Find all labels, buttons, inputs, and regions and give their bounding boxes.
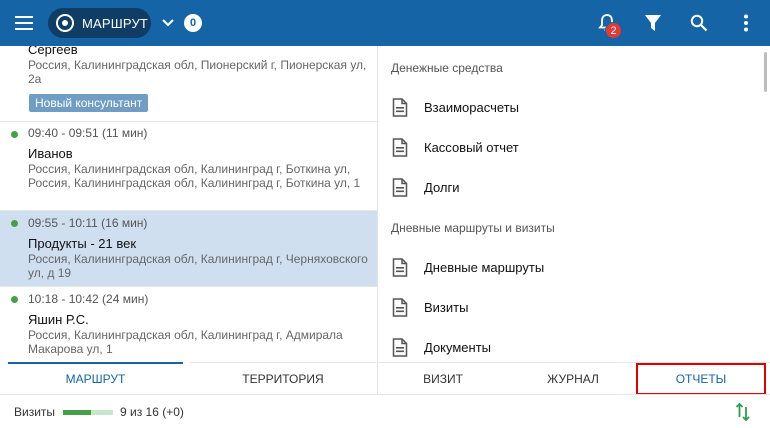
section-title-routes: Дневные маршруты и визиты (391, 221, 555, 235)
visit-time: 09:40 - 09:51 (11 мин) (28, 126, 148, 140)
chevron-down-icon (162, 19, 174, 27)
visits-progress-fill (63, 410, 92, 415)
report-item-cash-report[interactable]: Кассовый отчет (378, 128, 770, 166)
section-title-money: Денежные средства (391, 61, 503, 75)
route-selector[interactable]: МАРШРУТ (48, 8, 151, 38)
search-button[interactable] (684, 0, 714, 46)
visit-item[interactable]: 09:40 - 09:51 (11 мин) Иванов Россия, Ка… (0, 122, 377, 211)
visit-item[interactable]: 10:18 - 10:42 (24 мин) Яшин Р.С. Россия,… (0, 287, 377, 362)
reports-list[interactable]: Денежные средства Взаиморасчеты Кассовый… (378, 46, 770, 362)
route-selector-label: МАРШРУТ (82, 15, 149, 31)
visit-name: Продукты - 21 век (28, 236, 137, 251)
notification-count-badge: 2 (605, 22, 622, 39)
filter-icon (645, 15, 661, 31)
visit-status-dot (11, 220, 18, 227)
visits-progress-bar (63, 410, 113, 415)
tab-reports[interactable]: ОТЧЕТЫ (636, 363, 766, 395)
tab-territory[interactable]: ТЕРРИТОРИЯ (190, 362, 376, 394)
report-item-documents[interactable]: Документы (378, 328, 770, 362)
visit-address: Россия, Калининградская обл, Пионерский … (28, 58, 367, 86)
report-item-label: Дневные маршруты (424, 259, 545, 275)
route-count-badge: 0 (184, 14, 202, 32)
visits-progress-label: Визиты (14, 405, 56, 419)
tab-route[interactable]: МАРШРУТ (8, 362, 183, 394)
visit-status-dot (11, 296, 18, 303)
visit-time: 10:18 - 10:42 (24 мин) (28, 292, 149, 306)
report-item-label: Кассовый отчет (424, 139, 519, 155)
tab-journal[interactable]: ЖУРНАЛ (508, 363, 638, 395)
report-item-label: Взаиморасчеты (424, 99, 519, 115)
visit-name: Иванов (28, 146, 73, 161)
sync-arrows-icon (735, 403, 750, 421)
visit-address: Россия, Калининградская обл, Калининград… (28, 162, 361, 190)
visit-item[interactable]: Сергеев Россия, Калининградская обл, Пио… (0, 46, 377, 122)
more-options-button[interactable] (732, 0, 760, 46)
search-icon (690, 14, 708, 32)
report-item-visits[interactable]: Визиты (378, 288, 770, 326)
visits-list[interactable]: Сергеев Россия, Калининградская обл, Пио… (0, 46, 378, 362)
report-item-daily-routes[interactable]: Дневные маршруты (378, 248, 770, 286)
report-item-settlements[interactable]: Взаиморасчеты (378, 88, 770, 126)
visit-name: Яшин Р.С. (28, 312, 89, 327)
document-icon (392, 298, 408, 317)
report-item-label: Документы (424, 339, 492, 355)
sync-button[interactable] (732, 401, 754, 423)
document-icon (392, 178, 408, 197)
scrollbar-thumb[interactable] (764, 52, 767, 92)
filter-button[interactable] (638, 0, 668, 46)
top-app-bar: МАРШРУТ 0 2 (0, 0, 770, 46)
document-icon (392, 138, 408, 157)
visit-item-selected[interactable]: 09:55 - 10:11 (16 мин) Продукты - 21 век… (0, 211, 377, 287)
menu-icon (15, 16, 33, 30)
route-target-icon (56, 14, 74, 32)
status-badge: Новый консультант (29, 94, 149, 112)
report-item-debts[interactable]: Долги (378, 168, 770, 206)
report-item-label: Долги (424, 179, 460, 195)
left-tab-bar: МАРШРУТ ТЕРРИТОРИЯ (0, 362, 378, 394)
more-vert-icon (744, 14, 748, 32)
visits-progress-count: 9 из 16 (+0) (120, 405, 184, 419)
visit-address: Россия, Калининградская обл, Калининград… (28, 328, 343, 356)
visit-name: Сергеев (28, 46, 78, 57)
right-tab-bar: ВИЗИТ ЖУРНАЛ ОТЧЕТЫ (378, 362, 770, 395)
visit-time: 09:55 - 10:11 (16 мин) (28, 216, 148, 230)
visit-status-dot (11, 131, 18, 138)
status-bar: Визиты 9 из 16 (+0) (0, 394, 770, 428)
route-dropdown-button[interactable] (157, 0, 179, 46)
tab-visit[interactable]: ВИЗИТ (378, 363, 508, 395)
menu-button[interactable] (6, 0, 42, 46)
visit-address: Россия, Калининградская обл, Калининград… (28, 252, 368, 280)
document-icon (392, 258, 408, 277)
document-icon (392, 98, 408, 117)
report-item-label: Визиты (424, 299, 469, 315)
document-icon (392, 338, 408, 357)
